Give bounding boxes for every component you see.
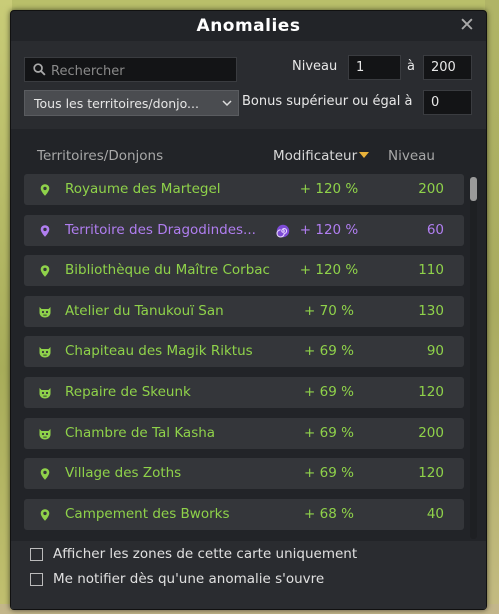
- list-item[interactable]: Repaire de Skeunk + 69 % 120: [24, 377, 464, 408]
- list-item-name: Village des Zoths: [65, 465, 182, 482]
- search-field[interactable]: [24, 57, 237, 82]
- search-input[interactable]: [49, 60, 233, 82]
- window-title: Anomalies: [196, 16, 301, 36]
- map-pin-icon: [38, 223, 52, 237]
- level-to-label: à: [407, 59, 415, 74]
- map-pin-icon: [38, 182, 52, 196]
- map-pin-icon: [38, 263, 52, 277]
- notify-label[interactable]: Me notifier dès qu'une anomalie s'ouvre: [53, 571, 324, 587]
- monster-icon: [38, 304, 52, 318]
- scrollbar-thumb[interactable]: [470, 177, 477, 201]
- list-item[interactable]: Royaume des Martegel + 120 % 200: [24, 174, 464, 205]
- list-item[interactable]: Atelier du Tanukouï San + 70 % 130: [24, 295, 464, 327]
- level-label: Niveau: [292, 59, 338, 74]
- monster-icon: [38, 385, 52, 399]
- list-item-modifier: + 120 %: [299, 181, 359, 197]
- list-item[interactable]: Territoire des Dragodindes... + 120 % 60: [24, 214, 464, 246]
- level-max-input[interactable]: 200: [423, 55, 472, 80]
- list-item-modifier: + 69 %: [304, 424, 354, 441]
- list-item-name: Bibliothèque du Maître Corbac: [65, 262, 270, 279]
- title-bar[interactable]: Anomalies ✕: [11, 11, 486, 41]
- map-pin-icon: [38, 507, 52, 521]
- monster-icon: [38, 426, 52, 440]
- list-item-modifier: + 69 %: [304, 343, 354, 360]
- map-background-right: [485, 0, 499, 614]
- chevron-down-icon: [222, 100, 232, 107]
- notify-checkbox[interactable]: [30, 573, 43, 586]
- list-item-name: Campement des Bworks: [65, 505, 230, 522]
- list-item-modifier: + 69 %: [304, 384, 354, 400]
- map-pin-icon: [38, 466, 52, 480]
- list-item-name: Territoire des Dragodindes...: [65, 221, 256, 238]
- list-item-name: Chapiteau des Magik Riktus: [65, 343, 253, 360]
- list-item-level: 90: [426, 343, 444, 360]
- list-item-level: 200: [418, 181, 444, 197]
- level-min-input[interactable]: 1: [348, 55, 401, 80]
- list-item[interactable]: Village des Zoths + 69 % 120: [24, 458, 464, 490]
- header-level[interactable]: Niveau: [388, 148, 435, 164]
- list-item-modifier: + 68 %: [304, 505, 354, 522]
- territory-dropdown-value: Tous les territoires/donjo...: [34, 96, 199, 111]
- bonus-label: Bonus supérieur ou égal à: [242, 94, 413, 109]
- list-item[interactable]: Campement des Bworks + 68 % 40: [24, 498, 464, 530]
- header-level-label: Niveau: [388, 148, 435, 164]
- list-item[interactable]: Chapiteau des Magik Riktus + 69 % 90: [24, 336, 464, 368]
- list-item-modifier: + 120 %: [299, 221, 359, 238]
- monster-icon: [38, 344, 52, 358]
- list-item-level: 60: [426, 221, 444, 238]
- list-item-name: Royaume des Martegel: [65, 181, 221, 197]
- list-item-name: Chambre de Tal Kasha: [65, 424, 216, 441]
- anomalies-window: Anomalies ✕ Tous les territoires/donjo..…: [10, 10, 487, 610]
- list-item-name: Atelier du Tanukouï San: [65, 302, 224, 319]
- list-item-level: 110: [418, 262, 444, 279]
- only-this-map-checkbox[interactable]: [30, 548, 43, 561]
- only-this-map-label[interactable]: Afficher les zones de cette carte unique…: [53, 546, 357, 562]
- list-item-level: 120: [418, 465, 444, 482]
- search-icon: [33, 63, 46, 76]
- list-item-level: 130: [418, 302, 444, 319]
- territory-dropdown[interactable]: Tous les territoires/donjo...: [24, 90, 239, 116]
- list-item-modifier: + 120 %: [299, 262, 359, 279]
- bonus-input[interactable]: 0: [423, 90, 472, 115]
- sort-desc-icon: [359, 152, 370, 158]
- close-icon[interactable]: ✕: [458, 15, 476, 35]
- list-item[interactable]: Chambre de Tal Kasha + 69 % 200: [24, 417, 464, 449]
- list-item-level: 120: [418, 384, 444, 400]
- list-item-level: 200: [418, 424, 444, 441]
- list-item-level: 40: [426, 505, 444, 522]
- scrollbar-track[interactable]: [470, 177, 477, 539]
- list-item-modifier: + 69 %: [304, 465, 354, 482]
- header-modifier[interactable]: Modificateur: [273, 148, 370, 164]
- header-name-label: Territoires/Donjons: [37, 148, 164, 164]
- list-item-name: Repaire de Skeunk: [65, 384, 191, 400]
- header-name[interactable]: Territoires/Donjons: [37, 148, 163, 164]
- list-item-modifier: + 70 %: [304, 302, 354, 319]
- header-modifier-label: Modificateur: [273, 148, 358, 164]
- list-item[interactable]: Bibliothèque du Maître Corbac + 120 % 110: [24, 255, 464, 287]
